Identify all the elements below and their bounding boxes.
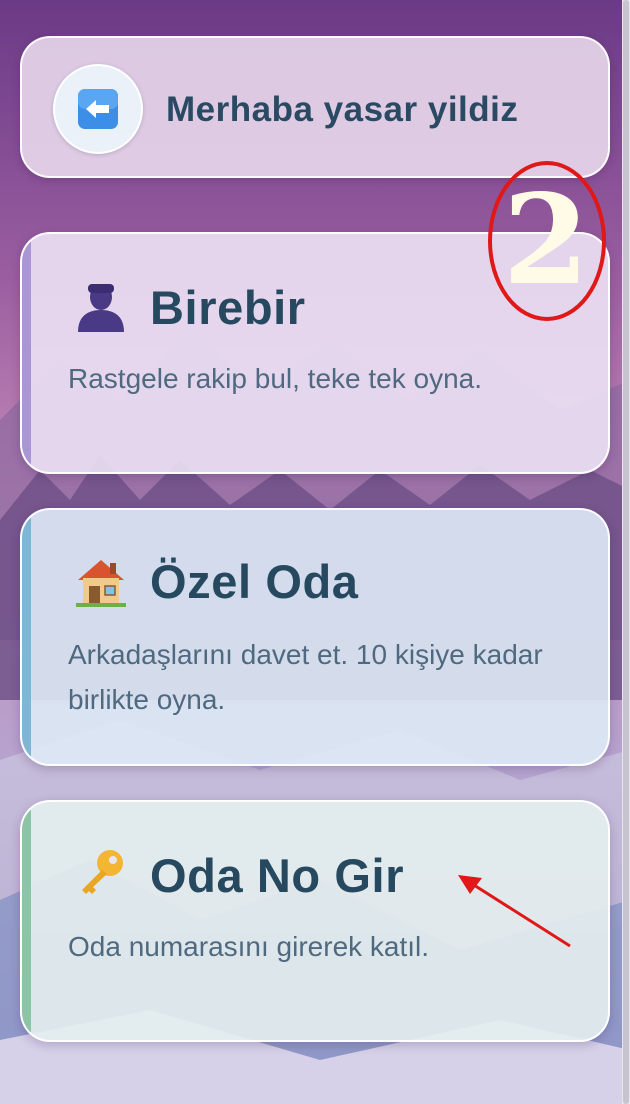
card-accent-bar: [22, 234, 31, 472]
scrollbar-track[interactable]: [622, 0, 630, 1104]
card-description: Arkadaşlarını davet et. 10 kişiye kadar …: [68, 639, 543, 715]
card-title: Oda No Gir: [150, 849, 405, 902]
left-arrow-icon: [78, 89, 118, 129]
key-icon: [82, 850, 123, 894]
scrollbar-thumb[interactable]: [623, 0, 629, 1104]
back-button[interactable]: [53, 64, 143, 154]
card-description: Rastgele rakip bul, teke tek oyna.: [68, 363, 483, 394]
greeting-header: Merhaba yasar yildiz: [20, 36, 610, 178]
card-title: Birebir: [150, 281, 306, 334]
annotation-arrow: [458, 875, 571, 948]
mode-card-ozel-oda[interactable]: Özel Oda Arkadaşlarını davet et. 10 kişi…: [20, 508, 610, 766]
card-title: Özel Oda: [150, 555, 359, 608]
annotation-circle: [488, 161, 606, 321]
card-accent-bar: [22, 802, 31, 1040]
house-icon: [76, 560, 126, 607]
greeting-text: Merhaba yasar yildiz: [166, 90, 519, 129]
person-silhouette-icon: [78, 284, 124, 332]
card-accent-bar: [22, 510, 31, 764]
